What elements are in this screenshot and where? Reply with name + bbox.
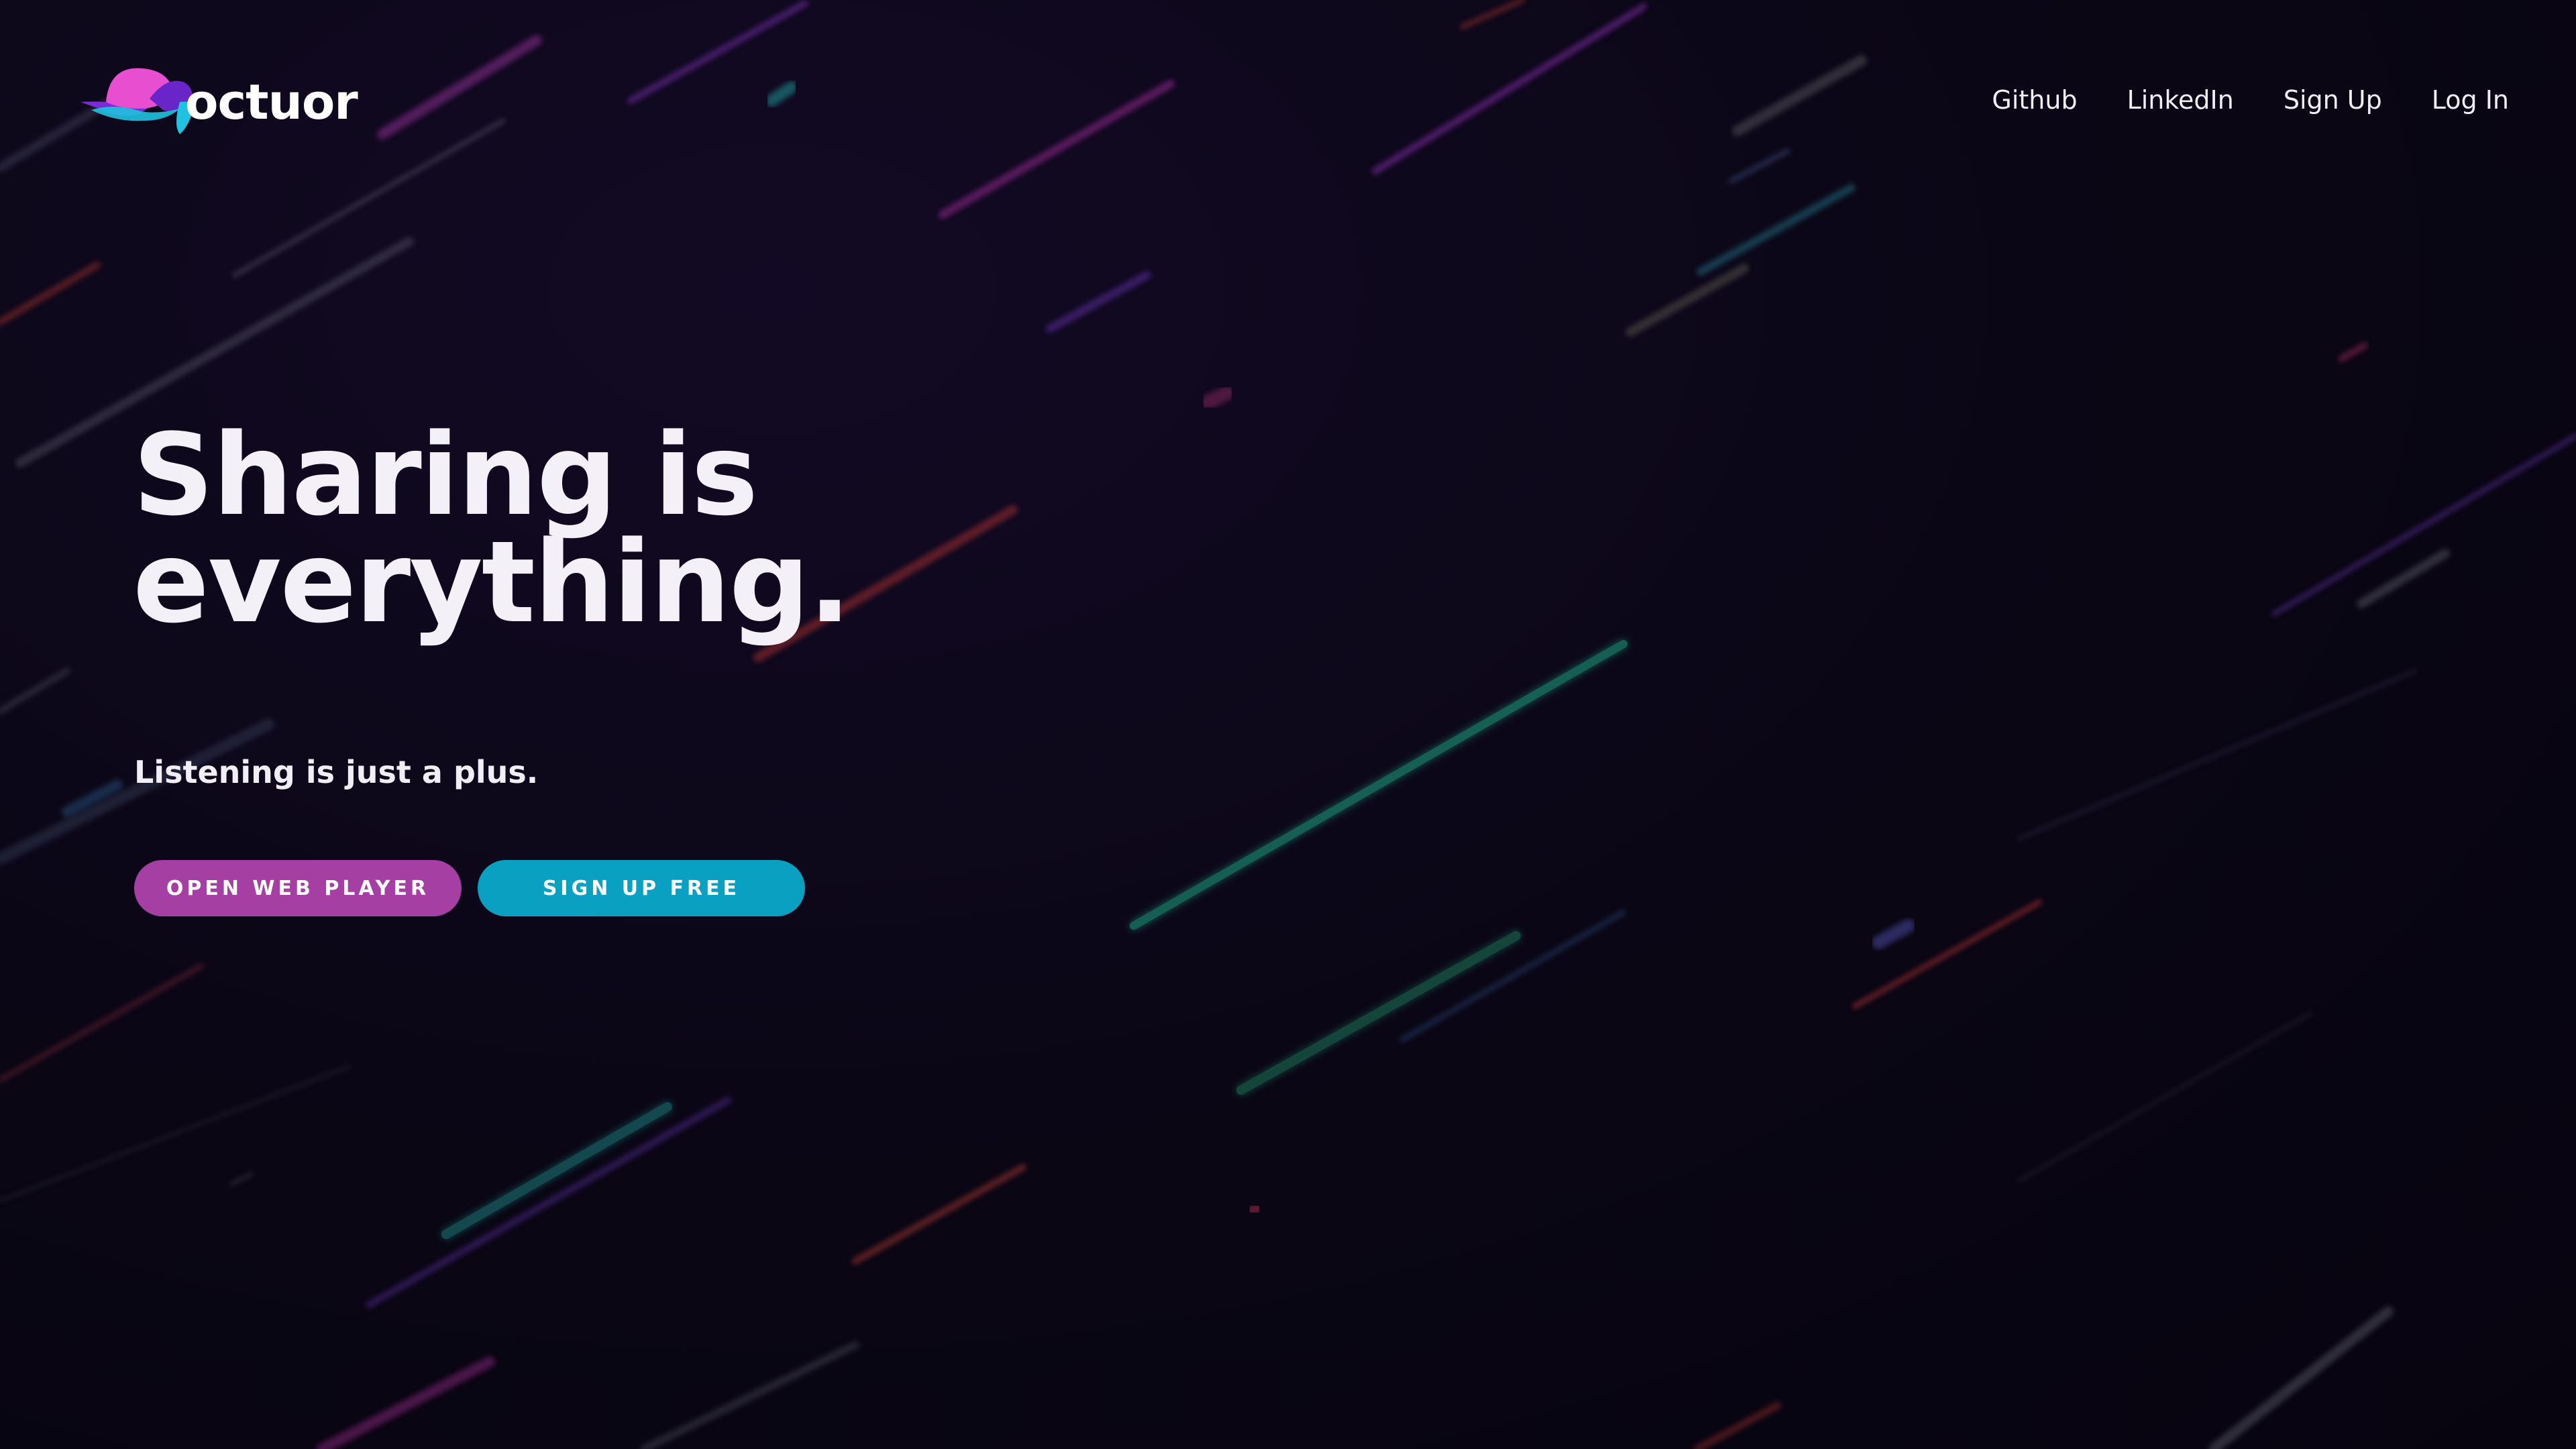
sign-up-free-label: SIGN UP FREE	[542, 876, 741, 900]
brand-logo[interactable]: octuor	[79, 62, 358, 142]
background-light-streaks	[0, 0, 2576, 1449]
hero-title-line-2: everything.	[133, 517, 851, 648]
nav-link-log-in[interactable]: Log In	[2432, 87, 2509, 113]
brand-name: octuor	[185, 74, 358, 130]
top-nav: Github LinkedIn Sign Up Log In	[1992, 87, 2509, 113]
sign-up-free-button[interactable]: SIGN UP FREE	[478, 860, 805, 916]
nav-link-sign-up[interactable]: Sign Up	[2284, 87, 2382, 113]
landing-page: octuor Github LinkedIn Sign Up Log In Sh…	[0, 0, 2576, 1449]
open-web-player-button[interactable]: OPEN WEB PLAYER	[134, 860, 462, 916]
open-web-player-label: OPEN WEB PLAYER	[166, 876, 430, 900]
hero-title: Sharing is everything.	[133, 409, 851, 648]
hero-subtitle: Listening is just a plus.	[134, 754, 539, 790]
nav-link-github[interactable]: Github	[1992, 87, 2077, 113]
hero-title-line-1: Sharing is	[133, 409, 758, 541]
nav-link-linkedin[interactable]: LinkedIn	[2127, 87, 2234, 113]
